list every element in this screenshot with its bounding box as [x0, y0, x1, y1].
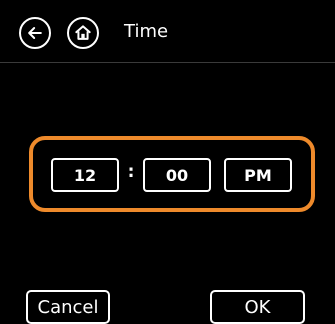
back-button[interactable]: [19, 17, 51, 49]
am-pm-field[interactable]: PM: [224, 158, 292, 192]
ok-button[interactable]: OK: [210, 290, 305, 324]
cancel-button[interactable]: Cancel: [26, 290, 110, 324]
top-bar: Time: [0, 0, 335, 63]
time-picker: 12 : 00 PM: [29, 136, 315, 212]
home-button[interactable]: [67, 17, 99, 49]
page-title: Time: [124, 21, 169, 42]
home-icon: [75, 25, 91, 40]
time-separator: :: [127, 162, 135, 182]
arrow-left-icon: [28, 27, 42, 39]
hour-field[interactable]: 12: [51, 158, 119, 192]
minute-field[interactable]: 00: [143, 158, 211, 192]
